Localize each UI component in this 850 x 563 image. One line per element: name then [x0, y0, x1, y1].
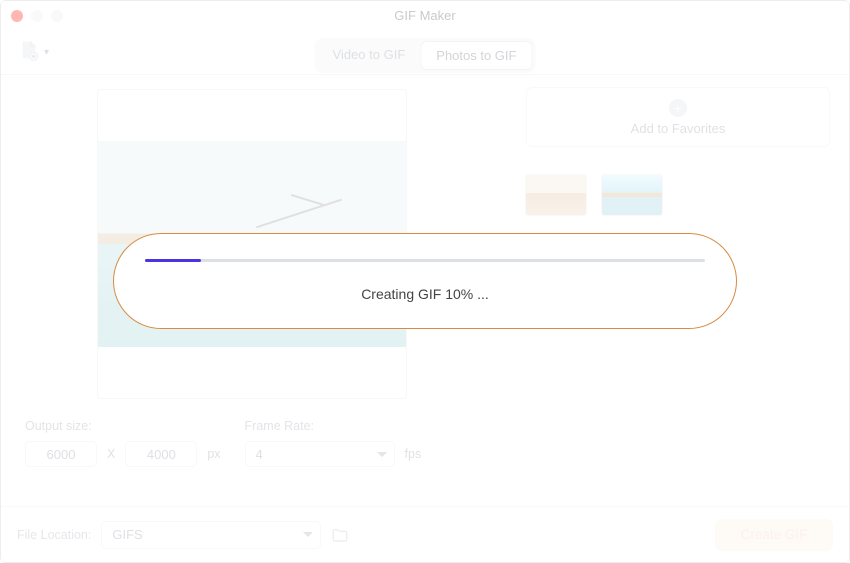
progress-bar-fill — [145, 259, 201, 262]
progress-text: Creating GIF 10% ... — [361, 286, 489, 302]
progress-dialog: Creating GIF 10% ... — [113, 233, 737, 329]
progress-bar — [145, 259, 705, 262]
app-window: GIF Maker ▾ Video to GIF Photos to GIF — [0, 0, 850, 563]
